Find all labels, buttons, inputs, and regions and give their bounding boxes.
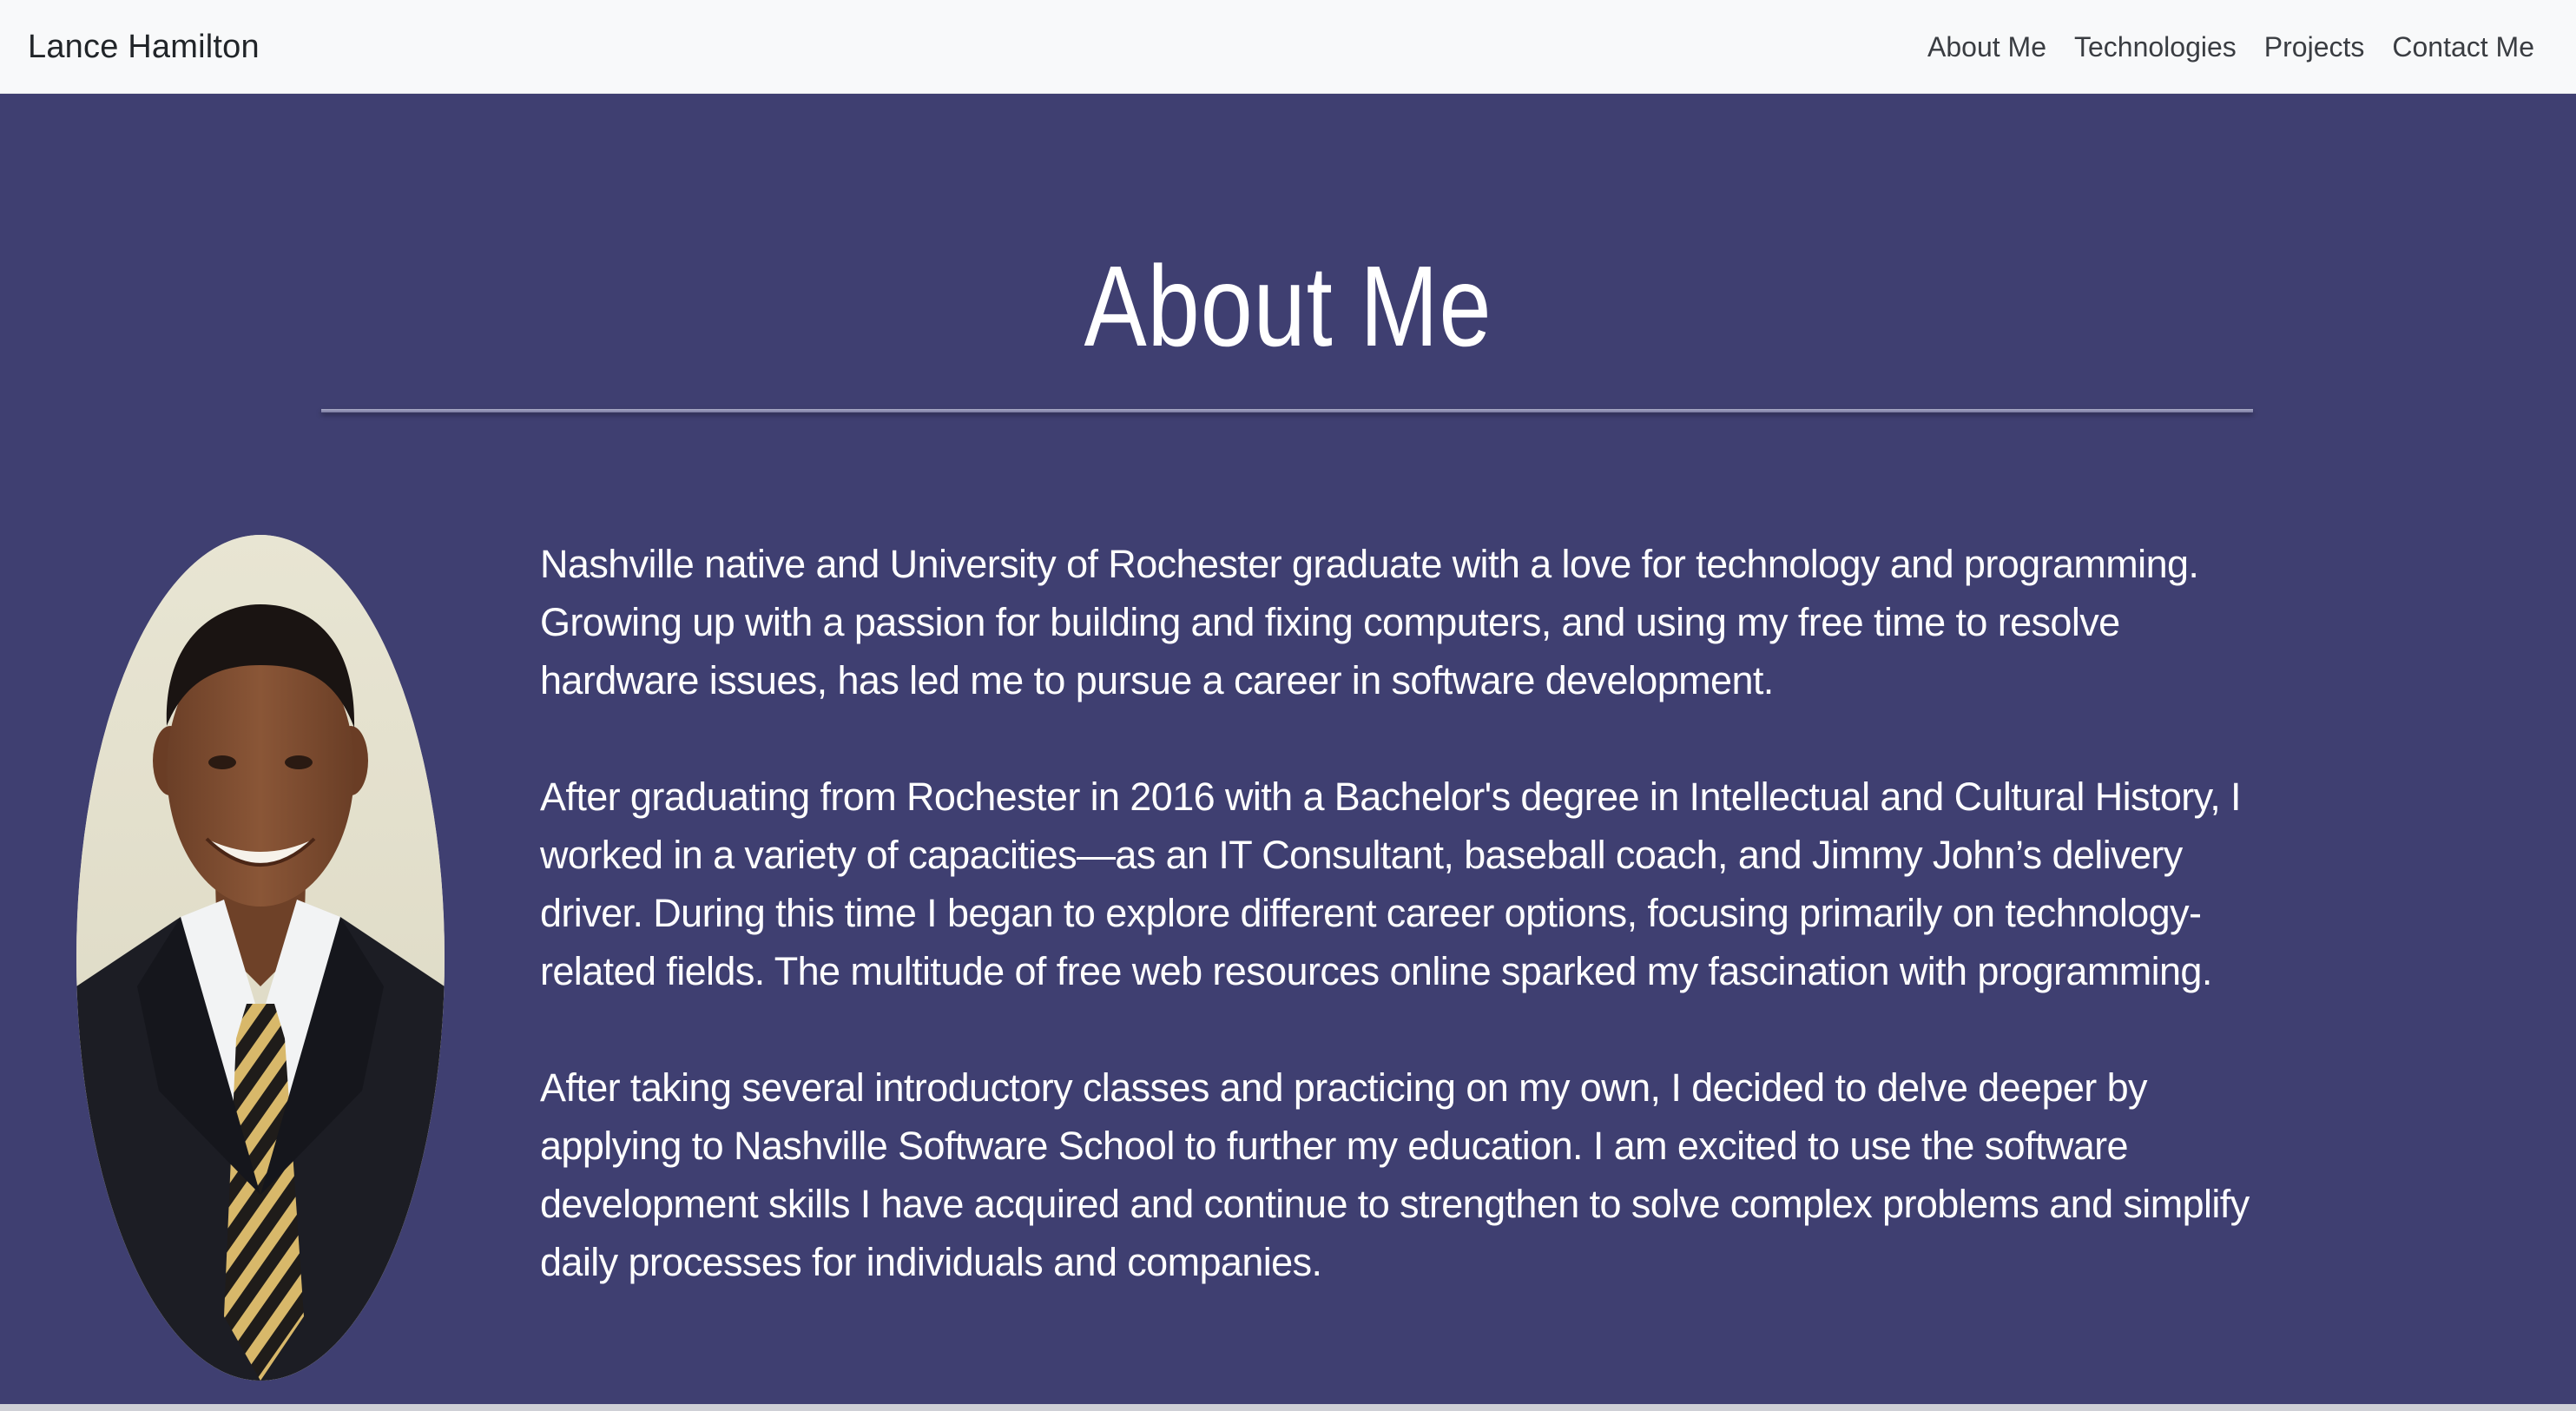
brand-link[interactable]: Lance Hamilton (28, 23, 260, 70)
about-section: About Me Nashville native and University… (0, 94, 2576, 1404)
nav-link-technologies[interactable]: Technologies (2074, 23, 2237, 70)
bio: Nashville native and University of Roche… (540, 535, 2285, 1349)
bio-paragraph-3: After taking several introductory classe… (540, 1065, 2250, 1284)
profile-photo (76, 535, 445, 1381)
nav-link-contact-me[interactable]: Contact Me (2392, 23, 2534, 70)
title-divider (321, 409, 2253, 412)
page-bottom-edge (0, 1404, 2576, 1411)
bio-paragraph-1: Nashville native and University of Roche… (540, 542, 2199, 702)
nav-link-projects[interactable]: Projects (2264, 23, 2365, 70)
about-title: About Me (1084, 242, 1492, 370)
bio-paragraph-2: After graduating from Rochester in 2016 … (540, 775, 2242, 993)
navbar: Lance Hamilton About Me Technologies Pro… (0, 0, 2576, 94)
nav-link-about-me[interactable]: About Me (1927, 23, 2046, 70)
nav-links: About Me Technologies Projects Contact M… (1927, 23, 2534, 70)
